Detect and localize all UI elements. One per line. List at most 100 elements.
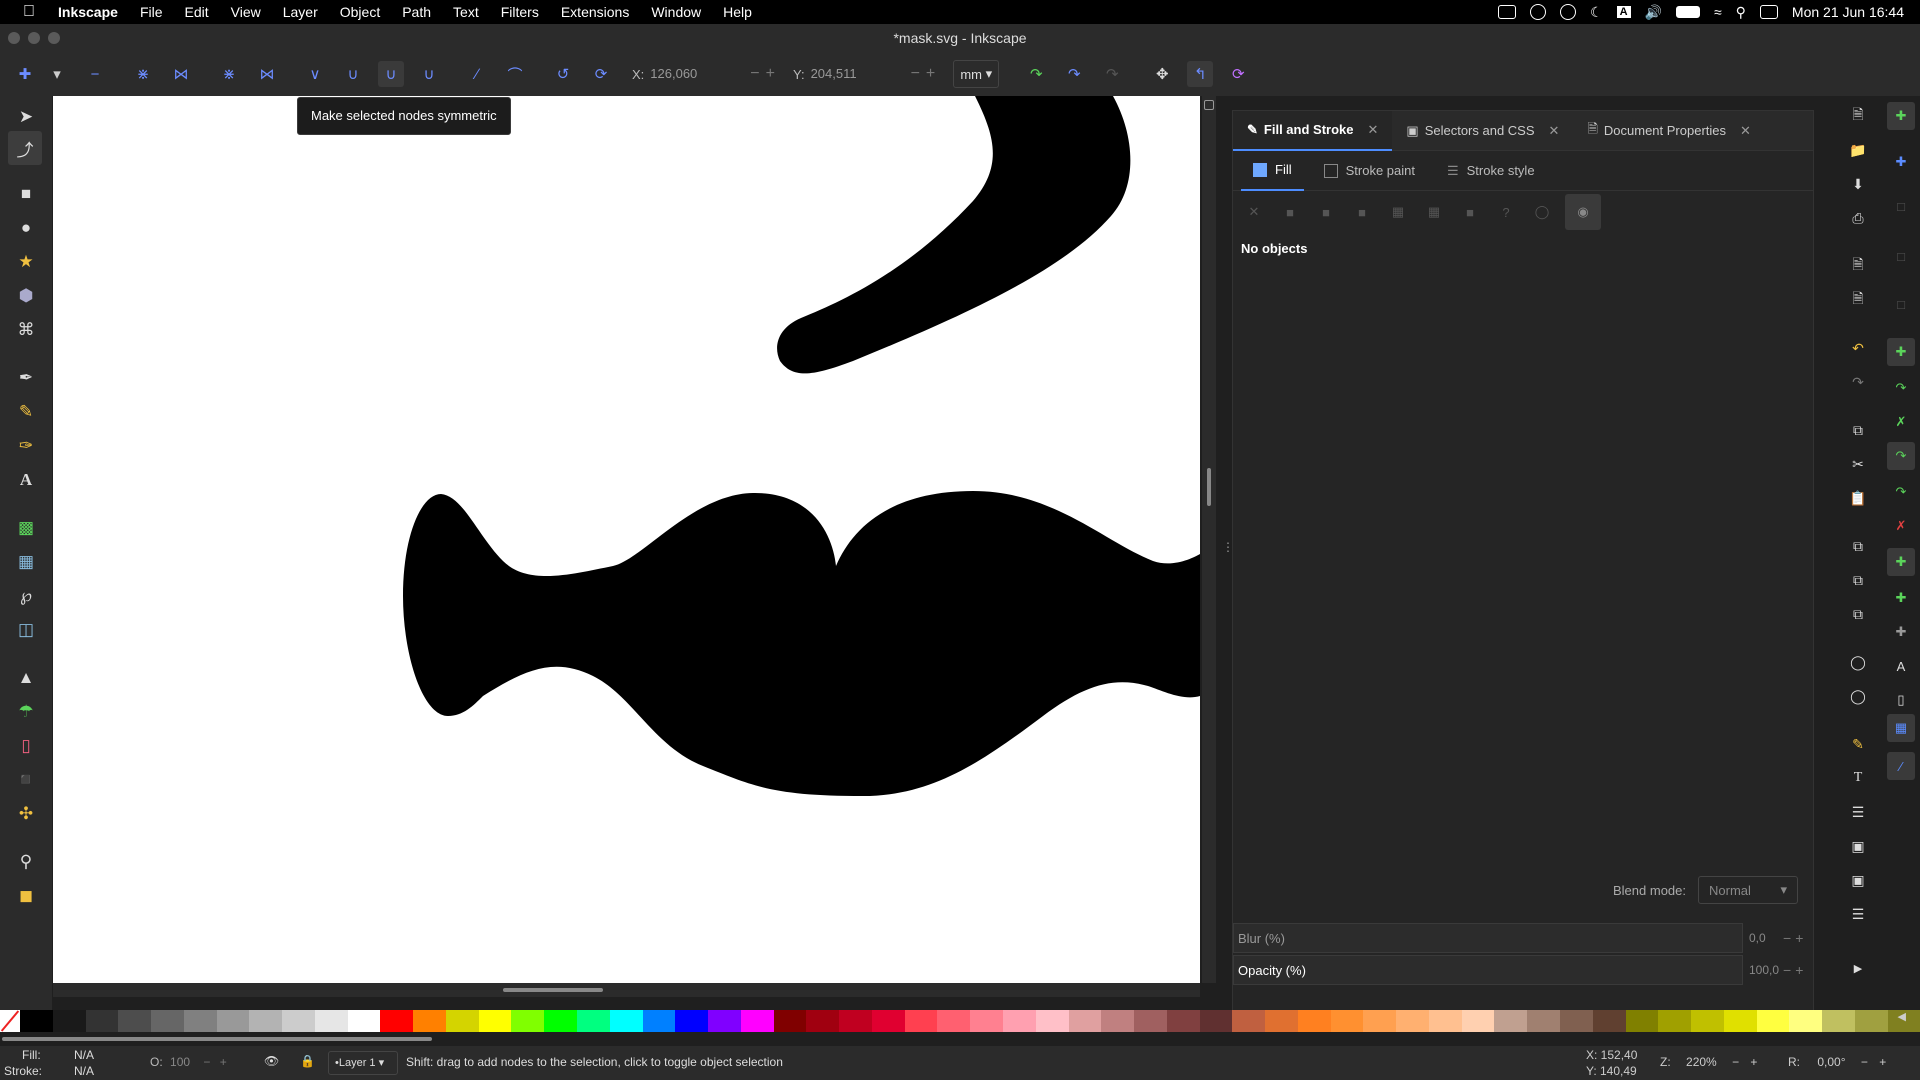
new-document-icon[interactable]: 🗎 — [1846, 104, 1870, 128]
fill-value[interactable]: N/A — [54, 1048, 94, 1062]
palette-scrollbar[interactable]: ◀ — [0, 1011, 1920, 1046]
break-path-icon[interactable]: ⋈ — [168, 61, 194, 87]
color-swatch[interactable] — [413, 1010, 446, 1032]
y-decrement-button[interactable]: − — [911, 65, 920, 83]
more-commands-icon[interactable]: ▶ — [1846, 956, 1870, 980]
menu-extensions[interactable]: Extensions — [561, 4, 629, 20]
color-swatch[interactable] — [1297, 1010, 1331, 1032]
snap-intersections-icon[interactable]: ✗ — [1887, 408, 1915, 436]
color-swatch[interactable] — [1035, 1010, 1069, 1032]
top-curved-shape[interactable] — [777, 96, 1131, 374]
text-font-dialog-icon[interactable]: T — [1846, 766, 1870, 790]
rotation-value[interactable]: 0,00° — [1817, 1055, 1845, 1069]
close-icon[interactable]: ✕ — [1740, 123, 1751, 139]
snap-centers-icon[interactable]: ✚ — [1887, 584, 1915, 612]
vertical-scroll-thumb[interactable] — [1207, 468, 1211, 506]
auto-smooth-node-icon[interactable]: ∪ — [416, 61, 442, 87]
color-swatch[interactable] — [1330, 1010, 1364, 1032]
color-swatch[interactable] — [1002, 1010, 1036, 1032]
swatch-icon[interactable]: ■ — [1457, 199, 1483, 225]
color-swatch[interactable] — [1527, 1010, 1560, 1032]
blur-decrement-button[interactable]: − — [1783, 930, 1791, 946]
rotate-cw-icon[interactable]: + — [1879, 1055, 1886, 1069]
menu-text[interactable]: Text — [453, 4, 479, 20]
opacity-value[interactable]: 100,0 — [1749, 963, 1779, 977]
color-swatch[interactable] — [1101, 1010, 1135, 1032]
flat-color-icon[interactable]: ■ — [1277, 199, 1303, 225]
unit-select[interactable]: mm ▾ — [953, 60, 1000, 88]
color-swatch[interactable] — [871, 1010, 905, 1032]
color-swatch[interactable] — [183, 1010, 217, 1032]
close-icon[interactable]: ✕ — [1367, 122, 1378, 138]
blur-increment-button[interactable]: + — [1795, 930, 1803, 946]
nonzero-icon[interactable]: ◉ — [1565, 194, 1601, 230]
enable-snapping-icon[interactable]: ✚ — [1887, 102, 1915, 130]
spray-tool-icon[interactable]: ☂ — [13, 699, 39, 725]
color-swatch[interactable] — [85, 1010, 119, 1032]
color-swatch[interactable] — [970, 1010, 1003, 1032]
lock-guides-icon[interactable] — [1204, 100, 1214, 110]
moon-icon[interactable]: ☾ — [1590, 4, 1603, 21]
zoom-tool-icon[interactable]: ⚲ — [13, 849, 39, 875]
color-swatch[interactable] — [1068, 1010, 1102, 1032]
color-swatch[interactable] — [445, 1010, 479, 1032]
evenodd-icon[interactable]: ◯ — [1529, 199, 1555, 225]
drawing-canvas[interactable] — [53, 96, 1200, 983]
opacity-increment-icon[interactable]: + — [220, 1055, 227, 1069]
color-swatch[interactable] — [708, 1010, 741, 1032]
volume-icon[interactable]: 🔊 — [1645, 4, 1662, 21]
color-swatch[interactable] — [1625, 1010, 1659, 1032]
layer-lock-icon[interactable]: 🔒 — [300, 1054, 315, 1068]
insert-node-icon[interactable]: ✚ — [12, 61, 38, 87]
color-swatch[interactable] — [1199, 1010, 1233, 1032]
color-swatch[interactable] — [249, 1010, 283, 1032]
y-increment-button[interactable]: + — [926, 65, 935, 83]
menu-filters[interactable]: Filters — [501, 4, 539, 20]
color-swatch[interactable] — [937, 1010, 971, 1032]
close-window-button[interactable] — [8, 32, 20, 44]
bezier-tool-icon[interactable]: ✒ — [13, 365, 39, 391]
snap-nodes-icon[interactable]: ✚ — [1887, 338, 1915, 366]
blur-value[interactable]: 0,0 — [1749, 931, 1779, 945]
color-swatch[interactable] — [806, 1010, 840, 1032]
linear-gradient-icon[interactable]: ■ — [1313, 199, 1339, 225]
print-icon[interactable]: ⎙ — [1846, 206, 1870, 230]
cut-icon[interactable]: ✂ — [1846, 452, 1870, 476]
headphones-icon[interactable] — [1560, 4, 1576, 20]
spiral-tool-icon[interactable]: ⌘ — [13, 317, 39, 343]
zoom-value[interactable]: 220% — [1686, 1055, 1717, 1069]
paint-bucket-tool-icon[interactable]: ◫ — [13, 617, 39, 643]
join-nodes-icon[interactable]: ⋇ — [130, 61, 156, 87]
color-swatch[interactable] — [1363, 1010, 1397, 1032]
opacity-short-value[interactable]: 100 — [170, 1055, 190, 1069]
calligraphy-tool-icon[interactable]: ✑ — [13, 433, 39, 459]
snap-smooth-nodes-icon[interactable]: ↷ — [1887, 478, 1915, 506]
snap-rotation-center-icon[interactable]: ✚ — [1887, 618, 1915, 646]
color-swatch[interactable] — [544, 1010, 578, 1032]
color-swatch[interactable] — [1396, 1010, 1429, 1032]
edit-path-effect-icon[interactable]: ↷ — [1099, 61, 1125, 87]
export-icon[interactable]: 🗎 — [1846, 288, 1870, 312]
palette-scroll-thumb[interactable] — [2, 1037, 432, 1041]
snap-guides-icon[interactable]: ∕ — [1887, 752, 1915, 780]
color-swatch[interactable] — [20, 1010, 53, 1032]
clock[interactable]: Mon 21 Jun 16:44 — [1792, 4, 1904, 20]
delete-node-icon[interactable]: − — [82, 61, 108, 87]
canvas-vertical-scrollbar[interactable] — [1202, 96, 1216, 983]
color-swatch[interactable] — [1428, 1010, 1462, 1032]
pencil-tool-icon[interactable]: ✎ — [13, 399, 39, 425]
no-color-swatch[interactable] — [0, 1010, 20, 1032]
paste-icon[interactable]: 📋 — [1846, 486, 1870, 510]
minimize-window-button[interactable] — [28, 32, 40, 44]
input-source-icon[interactable]: A — [1616, 6, 1631, 18]
clone-icon[interactable]: ⧉ — [1846, 568, 1870, 592]
undo-icon[interactable]: ↶ — [1846, 336, 1870, 360]
redo-icon[interactable]: ↷ — [1846, 370, 1870, 394]
object-to-path-icon[interactable]: ↺ — [550, 61, 576, 87]
layers-dialog-icon[interactable]: ☰ — [1846, 800, 1870, 824]
insert-dropdown-icon[interactable]: ▾ — [44, 61, 70, 87]
menu-path[interactable]: Path — [402, 4, 431, 20]
color-swatch[interactable] — [1691, 1010, 1724, 1032]
xml-editor-icon[interactable]: ▣ — [1846, 834, 1870, 858]
zoom-in-icon[interactable]: + — [1750, 1055, 1757, 1069]
